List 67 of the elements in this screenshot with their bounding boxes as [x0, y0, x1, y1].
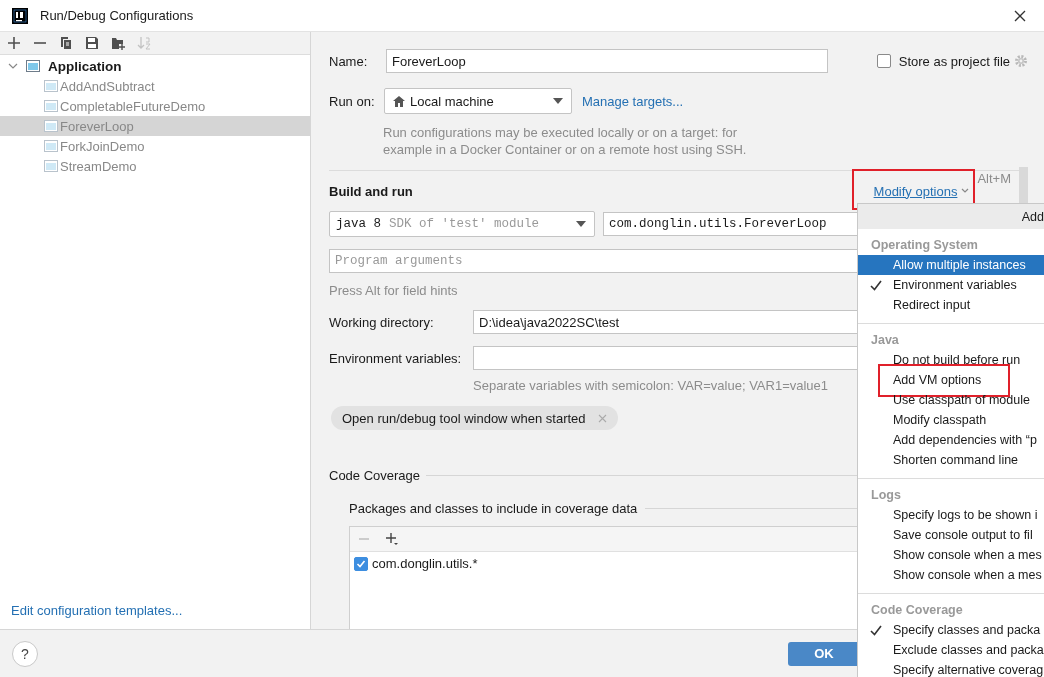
menu-section-title: Code Coverage — [870, 602, 964, 619]
menu-section-title: Java — [870, 332, 900, 349]
menu-item[interactable]: Add dependencies with “p — [858, 430, 1044, 450]
gear-icon[interactable] — [1014, 54, 1028, 68]
configuration-icon — [44, 100, 58, 112]
tree-item[interactable]: CompletableFutureDemo — [0, 96, 310, 116]
menu-item[interactable]: Use classpath of module — [858, 390, 1044, 410]
run-on-label: Run on: — [329, 93, 376, 109]
application-icon — [26, 60, 40, 72]
environment-variables-hint: Separate variables with semicolon: VAR=value; VAR1=value1 — [473, 378, 829, 393]
home-icon — [393, 95, 405, 107]
section-title: Build and run — [329, 183, 413, 199]
menu-item[interactable]: Environment variables — [858, 275, 1044, 295]
run-on-dropdown[interactable]: Local machine — [384, 88, 572, 114]
tree-item[interactable]: ForkJoinDemo — [0, 136, 310, 156]
save-icon[interactable] — [85, 36, 99, 50]
menu-item[interactable]: Specify logs to be shown i — [858, 505, 1044, 525]
manage-targets-link[interactable]: Manage targets... — [582, 93, 684, 109]
entry-checkbox[interactable] — [354, 556, 368, 571]
chevron-icon[interactable] — [8, 61, 18, 71]
checkbox-label: Store as project file — [898, 53, 1010, 69]
window-title: Run/Debug Configurations — [40, 8, 194, 23]
add-icon[interactable] — [385, 532, 399, 546]
help-button[interactable]: ? — [12, 640, 38, 667]
app-logo-icon — [12, 7, 28, 24]
menu-item[interactable]: Do not build before run — [858, 350, 1044, 370]
entry-label: com.donglin.utils.* — [372, 556, 478, 571]
sdk-dropdown[interactable]: java 8 SDK of 'test' module — [329, 211, 595, 237]
configuration-icon — [44, 120, 58, 132]
menu-item[interactable]: Allow multiple instances — [858, 255, 1044, 275]
ok-button[interactable]: OK — [788, 641, 860, 666]
modify-options-link[interactable]: Modify options — [873, 183, 958, 199]
store-as-project-checkbox[interactable] — [876, 54, 891, 68]
tree-item[interactable]: Application — [0, 56, 310, 76]
menu-item[interactable]: Modify classpath — [858, 410, 1044, 430]
configuration-icon — [44, 80, 58, 92]
menu-item[interactable]: Shorten command line — [858, 450, 1044, 470]
section-title: Code Coverage — [329, 468, 421, 483]
dropdown-arrow-icon — [576, 221, 586, 227]
section-subtitle: Packages and classes to include in coverage data — [349, 501, 638, 516]
menu-item[interactable]: Exclude classes and packa — [858, 640, 1044, 660]
dropdown-arrow-icon — [553, 98, 563, 104]
tree-item[interactable]: StreamDemo — [0, 156, 310, 176]
menu-item[interactable]: Specify classes and packa — [858, 620, 1044, 640]
working-directory-label: Working directory: — [329, 314, 435, 330]
close-icon[interactable] — [1014, 9, 1026, 22]
new-folder-icon[interactable] — [111, 36, 125, 50]
configuration-icon — [44, 160, 58, 172]
name-field[interactable]: ForeverLoop — [386, 49, 828, 73]
menu-section-title: Logs — [870, 487, 902, 504]
name-label: Name: — [329, 53, 369, 69]
configuration-icon — [44, 140, 58, 152]
menu-item[interactable]: Show console when a mes — [858, 545, 1044, 565]
menu-item[interactable]: Show console when a mes — [858, 565, 1044, 585]
field-hints-text: Press Alt for field hints — [329, 283, 458, 298]
copy-icon[interactable] — [59, 36, 73, 50]
option-chip[interactable]: Open run/debug tool window when started — [331, 406, 618, 430]
menu-item[interactable]: Specify alternative coverag — [858, 660, 1044, 677]
add-icon[interactable] — [7, 36, 21, 50]
shortcut-hint: Alt+M — [977, 171, 1011, 186]
edit-templates-link[interactable]: Edit configuration templates... — [0, 603, 310, 629]
menu-item[interactable]: Save console output to fil — [858, 525, 1044, 545]
run-on-hint: Run configurations may be executed locally or on a target: for example in a Docker Container or on a remote host using SSH. — [383, 124, 747, 158]
chevron-down-icon[interactable] — [961, 188, 970, 194]
environment-variables-label: Environment variables: — [329, 350, 463, 366]
menu-item[interactable]: Add VM options — [858, 370, 1044, 390]
tree-item[interactable]: AddAndSubtract — [0, 76, 310, 96]
